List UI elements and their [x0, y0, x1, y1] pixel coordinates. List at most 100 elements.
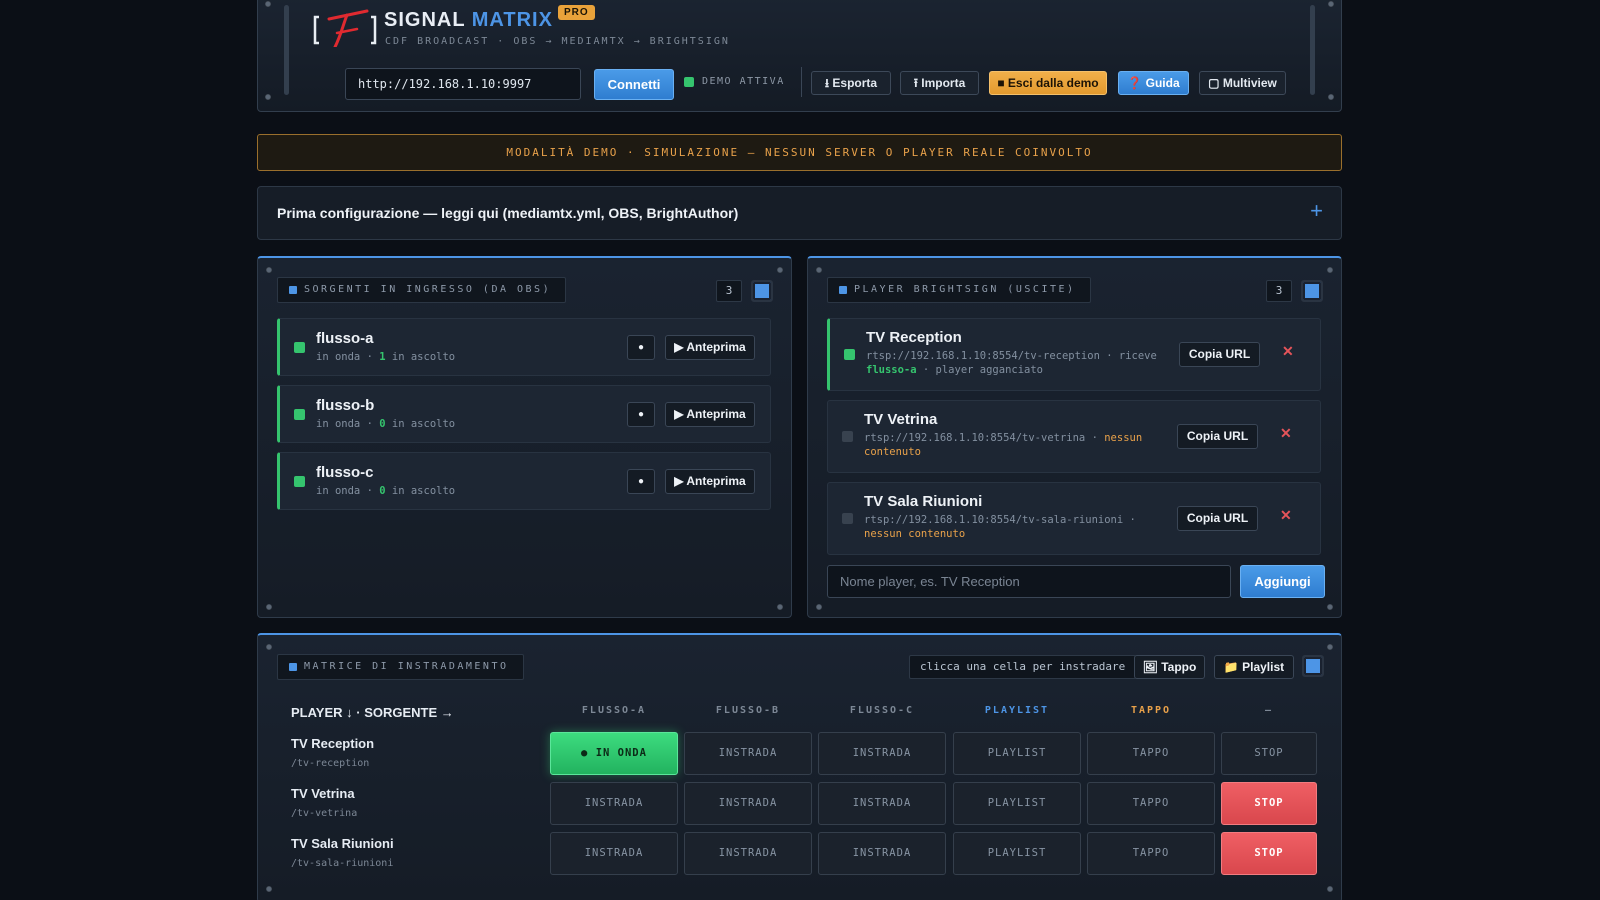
routing-matrix-panel: MATRICE DI INSTRADAMENTO clicca una cell…	[257, 633, 1342, 900]
import-button[interactable]: ⭱ Importa	[900, 71, 979, 95]
header-rail	[1310, 5, 1315, 95]
screw-icon	[777, 267, 783, 273]
source-name: flusso-a	[316, 330, 374, 347]
screw-icon	[1327, 267, 1333, 273]
route-cell[interactable]: INSTRADA	[684, 782, 812, 825]
route-cell[interactable]: INSTRADA	[684, 732, 812, 775]
source-meta: in onda · 0 in ascolto	[316, 418, 456, 430]
route-cell[interactable]: STOP	[1221, 832, 1317, 875]
route-cell[interactable]: INSTRADA	[550, 782, 678, 825]
app-header: SIGNAL MATRIX PRO CDF BROADCAST · OBS → …	[257, 0, 1342, 112]
route-cell[interactable]: TAPPO	[1087, 782, 1215, 825]
screw-icon	[1328, 94, 1334, 100]
new-player-name-input[interactable]: Nome player, es. TV Reception	[827, 565, 1231, 598]
screw-icon	[1328, 1, 1334, 7]
copy-url-button[interactable]: Copia URL	[1177, 424, 1258, 449]
matrix-row-name: TV Vetrina	[291, 786, 355, 801]
delete-player-icon[interactable]: ✕	[1282, 343, 1294, 360]
players-panel: PLAYER BRIGHTSIGN (USCITE) 3 TV Receptio…	[807, 256, 1342, 618]
toolbar-divider	[801, 67, 802, 97]
delete-player-icon[interactable]: ✕	[1280, 507, 1292, 524]
screw-icon	[816, 604, 822, 610]
route-cell[interactable]: INSTRADA	[818, 782, 946, 825]
route-cell[interactable]: PLAYLIST	[953, 732, 1081, 775]
demo-status-label: DEMO ATTIVA	[702, 76, 785, 87]
preview-button[interactable]: ▶ Anteprima	[665, 469, 755, 494]
players-panel-title: PLAYER BRIGHTSIGN (USCITE)	[827, 277, 1091, 303]
guide-button[interactable]: ❓ Guida	[1118, 71, 1189, 95]
demo-status-indicator	[684, 77, 694, 87]
screw-icon	[265, 94, 271, 100]
route-cell[interactable]: INSTRADA	[550, 832, 678, 875]
connect-button[interactable]: Connetti	[594, 69, 674, 100]
matrix-row-path: /tv-sala-riunioni	[291, 858, 394, 869]
route-cell[interactable]: INSTRADA	[684, 832, 812, 875]
copy-url-button[interactable]: Copia URL	[1177, 506, 1258, 531]
app-title: SIGNAL MATRIX	[384, 9, 553, 31]
matrix-axis-label: PLAYER ↓ · SORGENTE →	[291, 705, 454, 720]
route-cell[interactable]: PLAYLIST	[953, 782, 1081, 825]
server-url-input[interactable]: http://192.168.1.10:9997	[345, 68, 581, 100]
export-button[interactable]: ⭳ Esporta	[811, 71, 891, 95]
matrix-row-name: TV Sala Riunioni	[291, 836, 394, 851]
route-cell[interactable]: INSTRADA	[818, 832, 946, 875]
player-meta: rtsp://192.168.1.10:8554/tv-reception · …	[866, 350, 1157, 376]
matrix-row-path: /tv-vetrina	[291, 808, 358, 819]
player-name: TV Vetrina	[864, 411, 938, 428]
record-button[interactable]: ●	[627, 335, 655, 360]
copy-url-button[interactable]: Copia URL	[1179, 342, 1260, 367]
screw-icon	[816, 267, 822, 273]
screw-icon	[265, 1, 271, 7]
player-meta: rtsp://192.168.1.10:8554/tv-vetrina · ne…	[864, 432, 1143, 458]
add-player-button[interactable]: Aggiungi	[1240, 565, 1325, 598]
source-meta: in onda · 0 in ascolto	[316, 485, 456, 497]
route-cell[interactable]: TAPPO	[1087, 732, 1215, 775]
players-panel-toggle[interactable]	[1301, 280, 1323, 302]
player-status-indicator	[842, 431, 853, 442]
multiview-button[interactable]: ▢ Multiview	[1199, 71, 1286, 95]
source-live-indicator	[294, 409, 305, 420]
source-meta: in onda · 1 in ascolto	[316, 351, 456, 363]
source-live-indicator	[294, 476, 305, 487]
source-name: flusso-c	[316, 464, 374, 481]
route-cell[interactable]: PLAYLIST	[953, 832, 1081, 875]
playlist-button[interactable]: 📁 Playlist	[1214, 655, 1294, 679]
screw-icon	[266, 886, 272, 892]
route-cell[interactable]: TAPPO	[1087, 832, 1215, 875]
column-header: FLUSSO-C	[849, 705, 915, 716]
screw-icon	[1327, 886, 1333, 892]
route-cell[interactable]: INSTRADA	[818, 732, 946, 775]
screw-icon	[266, 604, 272, 610]
preview-button[interactable]: ▶ Anteprima	[665, 402, 755, 427]
sources-panel-title: SORGENTI IN INGRESSO (DA OBS)	[277, 277, 567, 303]
route-cell[interactable]: ● IN ONDA	[550, 732, 678, 775]
source-row: flusso-a in onda · 1 in ascolto ● ▶ Ante…	[277, 318, 771, 376]
route-cell[interactable]: STOP	[1221, 732, 1317, 775]
matrix-row-name: TV Reception	[291, 736, 375, 751]
sources-panel-toggle[interactable]	[751, 280, 773, 302]
tappo-button[interactable]: 🖼 Tappo	[1134, 655, 1205, 679]
player-name: TV Reception	[866, 329, 962, 346]
preview-button[interactable]: ▶ Anteprima	[665, 335, 755, 360]
accordion-title: Prima configurazione — leggi qui (mediam…	[277, 205, 739, 221]
setup-guide-accordion[interactable]: Prima configurazione — leggi qui (mediam…	[257, 186, 1342, 240]
sources-count: 3	[716, 280, 742, 302]
record-button[interactable]: ●	[627, 469, 655, 494]
players-count: 3	[1266, 280, 1292, 302]
expand-icon[interactable]: +	[1310, 198, 1323, 224]
record-button[interactable]: ●	[627, 402, 655, 427]
screw-icon	[1327, 604, 1333, 610]
matrix-panel-toggle[interactable]	[1302, 655, 1324, 677]
matrix-hint: clicca una cella per instradare	[909, 655, 1137, 679]
source-name: flusso-b	[316, 397, 375, 414]
screw-icon	[266, 267, 272, 273]
column-header: —	[1264, 705, 1274, 716]
exit-demo-button[interactable]: ■ Esci dalla demo	[989, 71, 1107, 95]
demo-mode-banner: MODALITÀ DEMO · SIMULAZIONE — NESSUN SER…	[257, 134, 1342, 171]
player-row: TV Reception rtsp://192.168.1.10:8554/tv…	[827, 318, 1321, 391]
source-live-indicator	[294, 342, 305, 353]
route-cell[interactable]: STOP	[1221, 782, 1317, 825]
screw-icon	[1327, 644, 1333, 650]
delete-player-icon[interactable]: ✕	[1280, 425, 1292, 442]
screw-icon	[266, 644, 272, 650]
